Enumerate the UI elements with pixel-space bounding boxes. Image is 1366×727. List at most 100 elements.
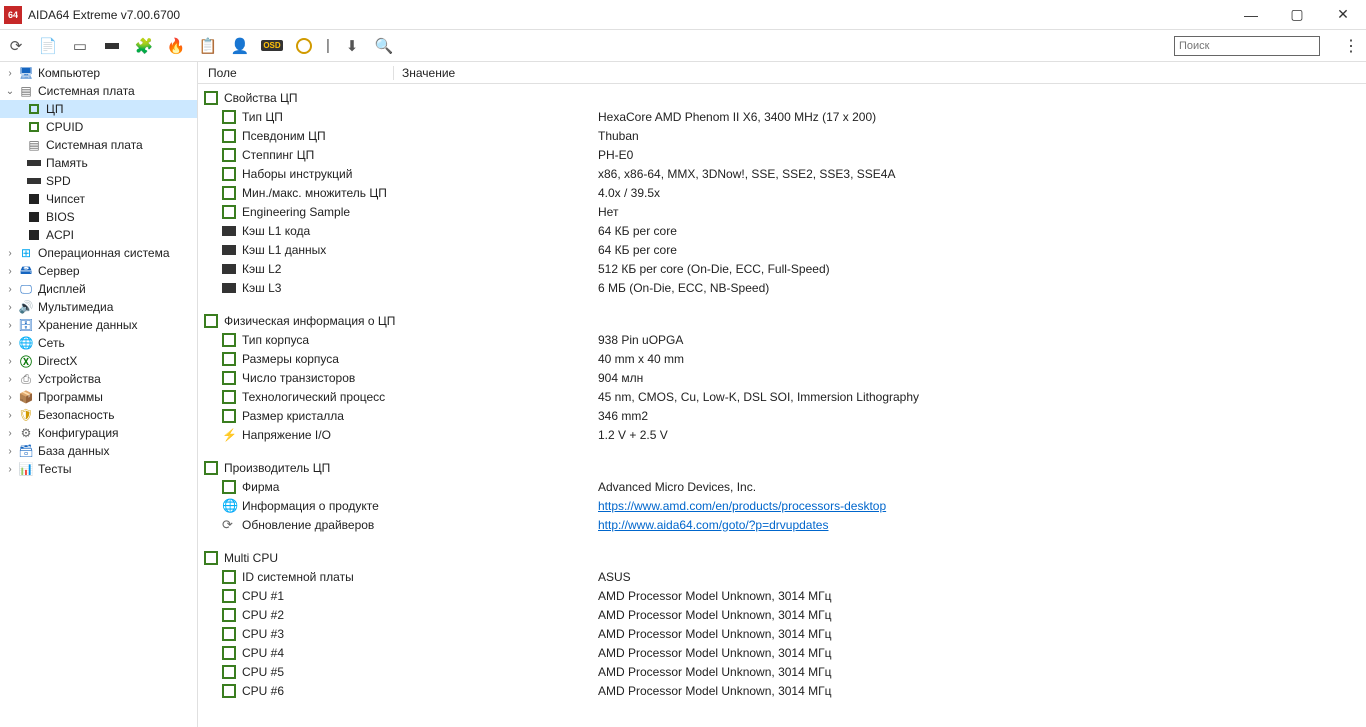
data-row[interactable]: ⚡Напряжение I/O1.2 V + 2.5 V (198, 425, 1366, 444)
data-row[interactable]: Тип корпуса938 Pin uOPGA (198, 330, 1366, 349)
chevron-icon[interactable]: › (4, 446, 16, 457)
tree-item-память[interactable]: Память (0, 154, 197, 172)
prog-icon: 📦 (18, 389, 34, 405)
chevron-icon[interactable]: › (4, 284, 16, 295)
row-field: CPU #3 (242, 627, 284, 641)
data-row[interactable]: Число транзисторов904 млн (198, 368, 1366, 387)
network-icon[interactable]: 🧩 (134, 36, 154, 56)
data-row[interactable]: CPU #6AMD Processor Model Unknown, 3014 … (198, 681, 1366, 700)
schedule-button[interactable]: 📋 (198, 36, 218, 56)
gauge-button[interactable] (294, 36, 314, 56)
cpu-icon (222, 608, 236, 622)
col-field[interactable]: Поле (198, 66, 394, 80)
stress-button[interactable]: 🔥 (166, 36, 186, 56)
tree-item-конфигурация[interactable]: ›⚙Конфигурация (0, 424, 197, 442)
chevron-icon[interactable]: › (4, 266, 16, 277)
refresh-button[interactable]: ⟳ (6, 36, 26, 56)
data-row[interactable]: Размер кристалла346 mm2 (198, 406, 1366, 425)
tree-item-spd[interactable]: SPD (0, 172, 197, 190)
user-button[interactable]: 👤 (230, 36, 250, 56)
tree-item-сервер[interactable]: ›🖴Сервер (0, 262, 197, 280)
data-row[interactable]: CPU #3AMD Processor Model Unknown, 3014 … (198, 624, 1366, 643)
osd-button[interactable]: OSD (262, 36, 282, 56)
tree-item-устройства[interactable]: ›⎙Устройства (0, 370, 197, 388)
chevron-icon[interactable]: › (4, 464, 16, 475)
report-button[interactable]: 📄 (38, 36, 58, 56)
data-row[interactable]: ⟳Обновление драйверовhttp://www.aida64.c… (198, 515, 1366, 534)
tree-item-label: Сервер (38, 264, 80, 278)
search-button[interactable]: 🔍 (374, 36, 394, 56)
data-row[interactable]: Размеры корпуса40 mm x 40 mm (198, 349, 1366, 368)
link[interactable]: http://www.aida64.com/goto/?p=drvupdates (598, 518, 828, 532)
chevron-icon[interactable]: › (4, 356, 16, 367)
tree-item-системная-плата[interactable]: ⌄▤Системная плата (0, 82, 197, 100)
data-row[interactable]: ID системной платыASUS (198, 567, 1366, 586)
tree-item-программы[interactable]: ›📦Программы (0, 388, 197, 406)
data-row[interactable]: CPU #5AMD Processor Model Unknown, 3014 … (198, 662, 1366, 681)
chevron-icon[interactable]: › (4, 392, 16, 403)
tree-item-тесты[interactable]: ›📊Тесты (0, 460, 197, 478)
row-value: Thuban (598, 129, 639, 143)
tree-item-мультимедиа[interactable]: ›🔊Мультимедиа (0, 298, 197, 316)
row-field: Тип корпуса (242, 333, 309, 347)
cpu-icon (222, 480, 236, 494)
tree-item-дисплей[interactable]: ›🖵Дисплей (0, 280, 197, 298)
tree-item-directx[interactable]: ›ⓍDirectX (0, 352, 197, 370)
chevron-icon[interactable]: › (4, 410, 16, 421)
search-input[interactable] (1174, 36, 1320, 56)
tree-item-acpi[interactable]: ACPI (0, 226, 197, 244)
data-row[interactable]: Технологический процесс45 nm, CMOS, Cu, … (198, 387, 1366, 406)
tree-item-label: CPUID (46, 120, 83, 134)
tree-item-база-данных[interactable]: ›🗃База данных (0, 442, 197, 460)
data-row[interactable]: Тип ЦПHexaCore AMD Phenom II X6, 3400 MH… (198, 107, 1366, 126)
cpu-icon (222, 390, 236, 404)
chevron-icon[interactable]: › (4, 68, 16, 79)
row-field: CPU #6 (242, 684, 284, 698)
menu-button[interactable]: ⋮ (1342, 32, 1360, 60)
tree-item-цп[interactable]: ЦП (0, 100, 197, 118)
tree-item-label: Дисплей (38, 282, 86, 296)
data-row[interactable]: Engineering SampleНет (198, 202, 1366, 221)
tree-item-хранение-данных[interactable]: ›🗄Хранение данных (0, 316, 197, 334)
board-icon[interactable]: ▭ (70, 36, 90, 56)
data-row[interactable]: Кэш L1 кода64 КБ per core (198, 221, 1366, 240)
data-row[interactable]: CPU #1AMD Processor Model Unknown, 3014 … (198, 586, 1366, 605)
data-row[interactable]: Мин./макс. множитель ЦП4.0x / 39.5x (198, 183, 1366, 202)
tree-item-системная-плата[interactable]: ▤Системная плата (0, 136, 197, 154)
data-row[interactable]: Псевдоним ЦПThuban (198, 126, 1366, 145)
data-row[interactable]: ФирмаAdvanced Micro Devices, Inc. (198, 477, 1366, 496)
chevron-icon[interactable]: › (4, 374, 16, 385)
chip-icon (26, 227, 42, 243)
row-value: Advanced Micro Devices, Inc. (598, 480, 756, 494)
data-row[interactable]: Кэш L1 данных64 КБ per core (198, 240, 1366, 259)
chevron-icon[interactable]: ⌄ (4, 86, 16, 97)
tree-item-чипсет[interactable]: Чипсет (0, 190, 197, 208)
tree-item-операционная-система[interactable]: ›⊞Операционная система (0, 244, 197, 262)
data-row[interactable]: Степпинг ЦПPH-E0 (198, 145, 1366, 164)
data-row[interactable]: Наборы инструкцийx86, x86-64, MMX, 3DNow… (198, 164, 1366, 183)
chevron-icon[interactable]: › (4, 248, 16, 259)
cpu-icon (26, 119, 42, 135)
data-row[interactable]: CPU #4AMD Processor Model Unknown, 3014 … (198, 643, 1366, 662)
download-button[interactable]: ⬇ (342, 36, 362, 56)
data-row[interactable]: CPU #2AMD Processor Model Unknown, 3014 … (198, 605, 1366, 624)
data-row[interactable]: Кэш L36 МБ (On-Die, ECC, NB-Speed) (198, 278, 1366, 297)
chevron-icon[interactable]: › (4, 338, 16, 349)
row-value: PH-E0 (598, 148, 633, 162)
tree-item-сеть[interactable]: ›🌐Сеть (0, 334, 197, 352)
minimize-button[interactable]: — (1228, 0, 1274, 30)
close-button[interactable]: ✕ (1320, 0, 1366, 30)
data-row[interactable]: 🌐Информация о продуктеhttps://www.amd.co… (198, 496, 1366, 515)
chevron-icon[interactable]: › (4, 320, 16, 331)
tree-item-cpuid[interactable]: CPUID (0, 118, 197, 136)
chevron-icon[interactable]: › (4, 428, 16, 439)
data-row[interactable]: Кэш L2512 КБ per core (On-Die, ECC, Full… (198, 259, 1366, 278)
maximize-button[interactable]: ▢ (1274, 0, 1320, 30)
tree-item-безопасность[interactable]: ›🛡Безопасность (0, 406, 197, 424)
chevron-icon[interactable]: › (4, 302, 16, 313)
col-value[interactable]: Значение (394, 66, 1366, 80)
tree-item-компьютер[interactable]: ›🖥Компьютер (0, 64, 197, 82)
tree-item-bios[interactable]: BIOS (0, 208, 197, 226)
link[interactable]: https://www.amd.com/en/products/processo… (598, 499, 886, 513)
memory-icon[interactable] (102, 36, 122, 56)
